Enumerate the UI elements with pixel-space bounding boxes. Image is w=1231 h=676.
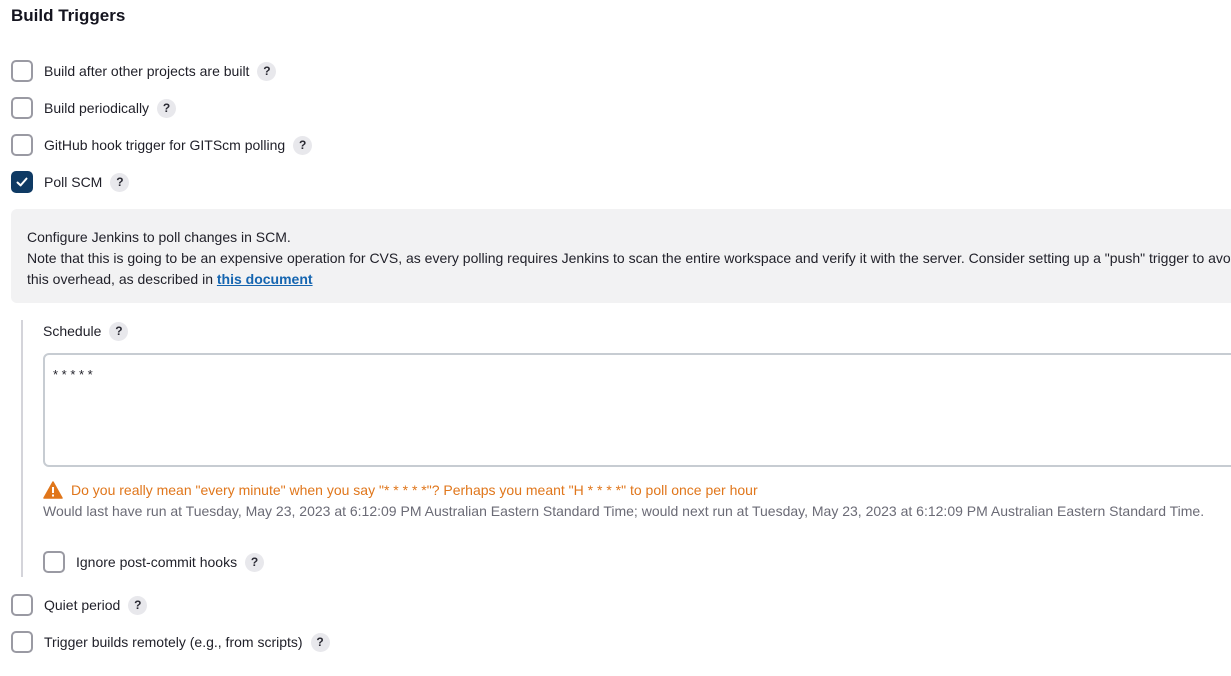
schedule-warning: Do you really mean "every minute" when y… <box>43 481 758 499</box>
build-periodically-checkbox[interactable] <box>11 97 33 119</box>
ignore-post-commit-hooks-checkbox[interactable] <box>43 551 65 573</box>
schedule-run-info: Would last have run at Tuesday, May 23, … <box>43 503 1205 519</box>
check-icon <box>16 177 28 187</box>
github-hook-label[interactable]: GitHub hook trigger for GITScm polling <box>44 137 285 153</box>
section-title: Build Triggers <box>11 6 126 25</box>
schedule-field-header: Schedule ? <box>43 319 129 343</box>
trigger-quiet-period[interactable]: Quiet period ? <box>11 593 148 617</box>
help-icon[interactable]: ? <box>128 595 148 615</box>
build-triggers-page: Build Triggers Build after other project… <box>0 0 1231 676</box>
description-line-3: this overhead, as described in this docu… <box>27 269 1231 290</box>
build-periodically-label[interactable]: Build periodically <box>44 100 149 116</box>
schedule-label: Schedule <box>43 323 102 339</box>
build-after-other-projects-checkbox[interactable] <box>11 60 33 82</box>
schedule-textarea[interactable]: * * * * * <box>43 353 1231 467</box>
help-icon[interactable]: ? <box>110 172 130 192</box>
quiet-period-checkbox[interactable] <box>11 594 33 616</box>
nested-section-indicator <box>21 320 23 577</box>
build-after-other-projects-label[interactable]: Build after other projects are built <box>44 63 249 79</box>
trigger-github-hook[interactable]: GitHub hook trigger for GITScm polling ? <box>11 133 313 157</box>
warning-text: Do you really mean "every minute" when y… <box>71 482 758 498</box>
poll-scm-checkbox[interactable] <box>11 171 33 193</box>
help-icon[interactable]: ? <box>157 98 177 118</box>
description-line-2: Note that this is going to be an expensi… <box>27 250 1231 266</box>
poll-scm-description: Configure Jenkins to poll changes in SCM… <box>11 209 1231 303</box>
help-icon[interactable]: ? <box>293 135 313 155</box>
ignore-post-commit-hooks-label[interactable]: Ignore post-commit hooks <box>76 554 237 570</box>
this-document-link[interactable]: this document <box>217 271 313 287</box>
description-line-3-text: this overhead, as described in <box>27 271 217 287</box>
trigger-builds-remotely[interactable]: Trigger builds remotely (e.g., from scri… <box>11 630 330 654</box>
poll-scm-label[interactable]: Poll SCM <box>44 174 102 190</box>
trigger-builds-remotely-checkbox[interactable] <box>11 631 33 653</box>
trigger-poll-scm[interactable]: Poll SCM ? <box>11 170 130 194</box>
trigger-build-periodically[interactable]: Build periodically ? <box>11 96 177 120</box>
trigger-build-after-other-projects[interactable]: Build after other projects are built ? <box>11 59 277 83</box>
help-icon[interactable]: ? <box>257 61 277 81</box>
help-icon[interactable]: ? <box>245 552 265 572</box>
description-line-1: Configure Jenkins to poll changes in SCM… <box>27 229 291 245</box>
github-hook-checkbox[interactable] <box>11 134 33 156</box>
trigger-builds-remotely-label[interactable]: Trigger builds remotely (e.g., from scri… <box>44 634 303 650</box>
quiet-period-label[interactable]: Quiet period <box>44 597 120 613</box>
warning-triangle-icon <box>43 481 63 499</box>
help-icon[interactable]: ? <box>109 321 129 341</box>
ignore-post-commit-hooks[interactable]: Ignore post-commit hooks ? <box>43 550 265 574</box>
help-icon[interactable]: ? <box>310 632 330 652</box>
